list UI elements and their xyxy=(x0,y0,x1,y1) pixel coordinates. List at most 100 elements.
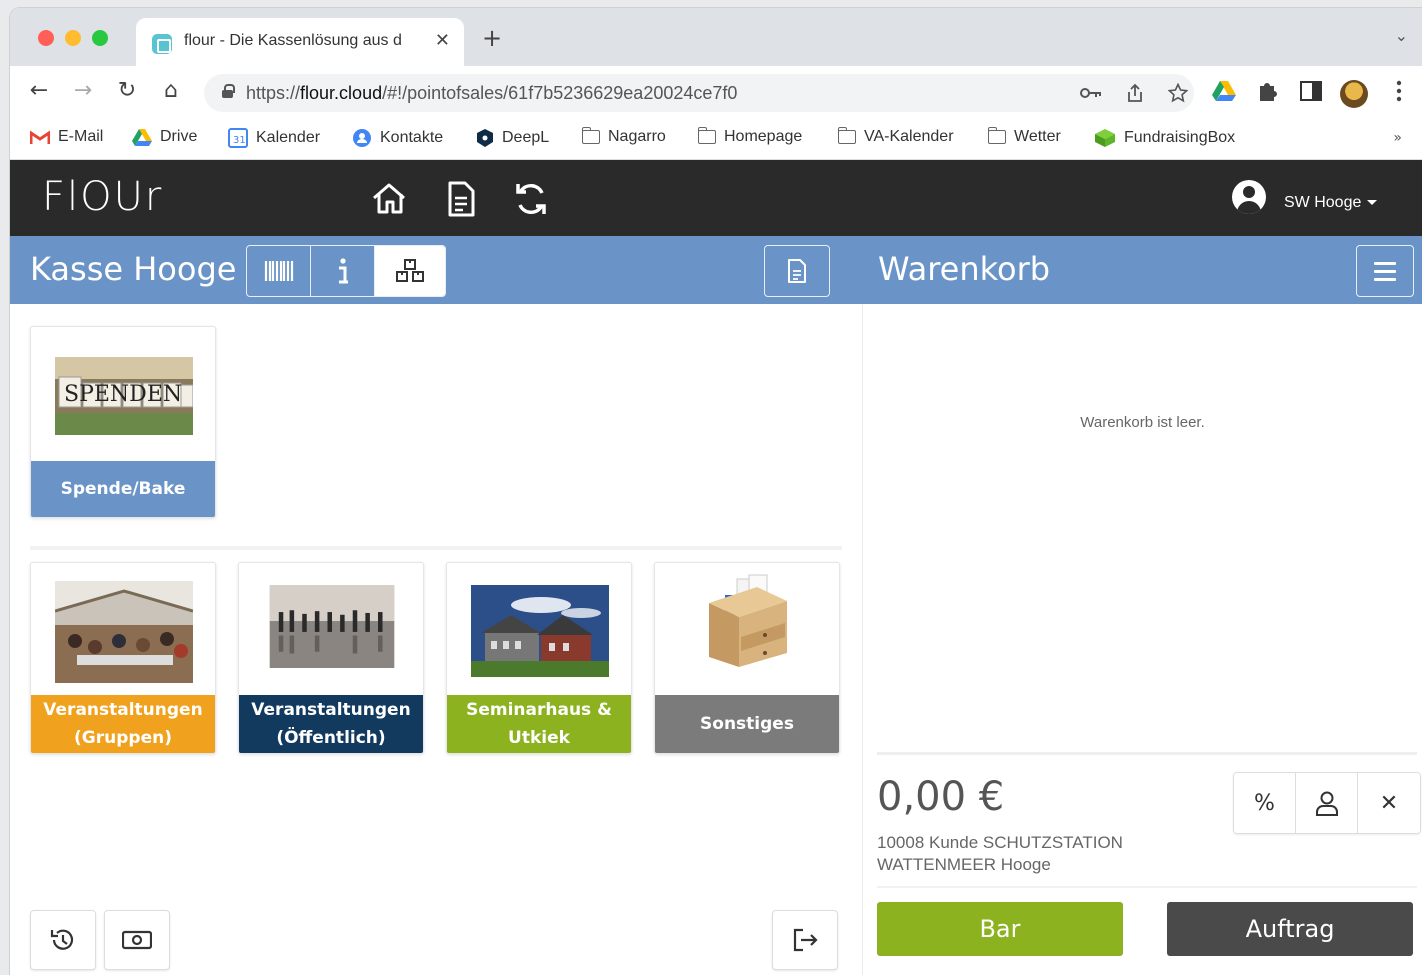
file-text-icon xyxy=(788,259,806,283)
clear-cart-button[interactable]: ✕ xyxy=(1358,773,1420,833)
calendar-icon: 31 xyxy=(228,128,248,148)
mudflat-walk-photo xyxy=(269,585,395,668)
new-tab-button[interactable]: + xyxy=(482,24,502,52)
history-icon xyxy=(50,929,74,950)
group-event-photo xyxy=(55,581,193,683)
svg-text:31: 31 xyxy=(233,135,246,146)
order-button[interactable]: Auftrag xyxy=(1167,902,1413,956)
url-text[interactable]: https://flour.cloud/#!/pointofsales/61f7… xyxy=(246,83,737,104)
more-menu-icon[interactable] xyxy=(1396,80,1402,102)
side-panel-icon[interactable] xyxy=(1300,81,1322,101)
pos-toolbar: Kasse Hooge Warenkorb xyxy=(10,236,1422,304)
sync-icon[interactable] xyxy=(510,178,552,220)
payment-divider xyxy=(877,886,1417,888)
minimize-window-button[interactable] xyxy=(65,30,81,46)
view-mode-group xyxy=(246,245,446,297)
user-icon xyxy=(1315,791,1338,816)
pay-cash-button[interactable]: Bar xyxy=(877,902,1123,956)
customer-info[interactable]: 10008 Kunde SCHUTZSTATION WATTENMEER Hoo… xyxy=(877,832,1197,876)
category-tile-veranstaltungen-oeffentlich[interactable]: Veranstaltungen (Öffentlich) xyxy=(238,562,424,754)
document-icon[interactable] xyxy=(440,178,482,220)
tab-close-icon[interactable]: ✕ xyxy=(435,30,450,51)
folder-icon xyxy=(582,127,600,144)
bookmarks-bar: E-Mail Drive 31 Kalender Kontakte DeepL … xyxy=(10,118,1422,160)
forward-button[interactable]: → xyxy=(68,78,98,103)
bookmarks-more-icon[interactable]: » xyxy=(1393,130,1402,146)
receipt-button[interactable] xyxy=(764,245,830,297)
home-button[interactable]: ⌂ xyxy=(156,78,186,103)
customer-button[interactable] xyxy=(1296,773,1358,833)
tab-strip: flour - Die Kassenlösung aus d ✕ + ⌄ xyxy=(10,8,1422,66)
category-tile-veranstaltungen-gruppen[interactable]: Veranstaltungen (Gruppen) xyxy=(30,562,216,754)
user-menu[interactable]: SW Hooge xyxy=(1284,194,1378,212)
app-header: FlOUr SW Hooge xyxy=(10,160,1422,236)
logout-button[interactable] xyxy=(772,910,838,970)
bookmark-email[interactable]: E-Mail xyxy=(30,128,103,146)
cart-pane: Warenkorb ist leer. 0,00 € 10008 Kunde S… xyxy=(862,304,1422,975)
spenden-image: SPENDEN xyxy=(55,357,193,435)
browser-tab[interactable]: flour - Die Kassenlösung aus d ✕ xyxy=(136,18,464,66)
close-icon: ✕ xyxy=(1379,790,1399,816)
bookmark-calendar[interactable]: 31 Kalender xyxy=(228,128,320,148)
browser-window: flour - Die Kassenlösung aus d ✕ + ⌄ ← →… xyxy=(10,8,1422,975)
key-icon[interactable] xyxy=(1080,86,1102,100)
category-tile-spende[interactable]: SPENDEN Spende/Bake xyxy=(30,326,216,518)
percent-icon: % xyxy=(1254,790,1275,816)
category-tile-sonstiges[interactable]: Sonstiges xyxy=(654,562,840,754)
bookmark-contacts[interactable]: Kontakte xyxy=(352,128,443,148)
address-bar[interactable]: https://flour.cloud/#!/pointofsales/61f7… xyxy=(204,74,1194,112)
discount-button[interactable]: % xyxy=(1234,773,1296,833)
hamburger-line xyxy=(1374,261,1396,265)
tile-label: Sonstiges xyxy=(655,695,839,753)
tile-label: Veranstaltungen (Öffentlich) xyxy=(239,695,423,753)
cart-divider xyxy=(877,752,1417,755)
history-button[interactable] xyxy=(30,910,96,970)
logout-icon xyxy=(793,928,818,952)
tile-label: Veranstaltungen (Gruppen) xyxy=(31,695,215,753)
deepl-icon xyxy=(477,129,493,147)
contacts-icon xyxy=(353,129,371,147)
seminar-house-photo xyxy=(471,585,609,677)
info-icon xyxy=(338,258,348,284)
tile-divider xyxy=(30,546,842,550)
categories-button[interactable] xyxy=(375,246,445,296)
bookmark-star-icon[interactable] xyxy=(1168,83,1188,103)
barcode-button[interactable] xyxy=(247,246,311,296)
bookmark-nagarro[interactable]: Nagarro xyxy=(582,127,666,146)
cash-drawer-button[interactable] xyxy=(104,910,170,970)
flour-logo[interactable]: FlOUr xyxy=(42,174,163,220)
drive-extension-icon[interactable] xyxy=(1212,80,1236,102)
hamburger-line xyxy=(1374,277,1396,281)
folder-icon xyxy=(838,127,856,144)
user-avatar-icon[interactable] xyxy=(1232,180,1266,214)
hamburger-line xyxy=(1374,269,1396,273)
close-window-button[interactable] xyxy=(38,30,54,46)
reload-button[interactable]: ↻ xyxy=(112,78,142,103)
bookmark-drive[interactable]: Drive xyxy=(132,128,197,146)
tab-list-chevron-icon[interactable]: ⌄ xyxy=(1395,26,1408,45)
info-button[interactable] xyxy=(311,246,375,296)
home-icon[interactable] xyxy=(368,178,410,220)
folder-icon xyxy=(698,127,716,144)
bookmark-deepl[interactable]: DeepL xyxy=(476,128,549,148)
extensions-puzzle-icon[interactable] xyxy=(1256,80,1278,102)
bookmark-va-kalender[interactable]: VA-Kalender xyxy=(838,127,954,146)
cart-total: 0,00 € xyxy=(877,774,1005,820)
tab-title: flour - Die Kassenlösung aus d xyxy=(184,32,402,49)
hamburger-menu-button[interactable] xyxy=(1356,245,1414,297)
spenden-image-text: SPENDEN xyxy=(64,382,182,407)
gmail-icon xyxy=(30,130,50,144)
browser-toolbar: ← → ↻ ⌂ https://flour.cloud/#!/pointofsa… xyxy=(10,66,1422,118)
profile-avatar[interactable] xyxy=(1340,80,1368,108)
tile-label: Spende/Bake xyxy=(31,461,215,517)
desk-organizer-photo xyxy=(709,574,787,667)
share-icon[interactable] xyxy=(1126,83,1144,103)
back-button[interactable]: ← xyxy=(24,78,54,103)
bookmark-homepage[interactable]: Homepage xyxy=(698,127,802,146)
bookmark-fundraisingbox[interactable]: FundraisingBox xyxy=(1094,128,1235,148)
bookmark-wetter[interactable]: Wetter xyxy=(988,127,1061,146)
tile-label: Seminarhaus & Utkiek xyxy=(447,695,631,753)
category-tile-seminarhaus[interactable]: Seminarhaus & Utkiek xyxy=(446,562,632,754)
drive-icon xyxy=(132,129,152,146)
maximize-window-button[interactable] xyxy=(92,30,108,46)
